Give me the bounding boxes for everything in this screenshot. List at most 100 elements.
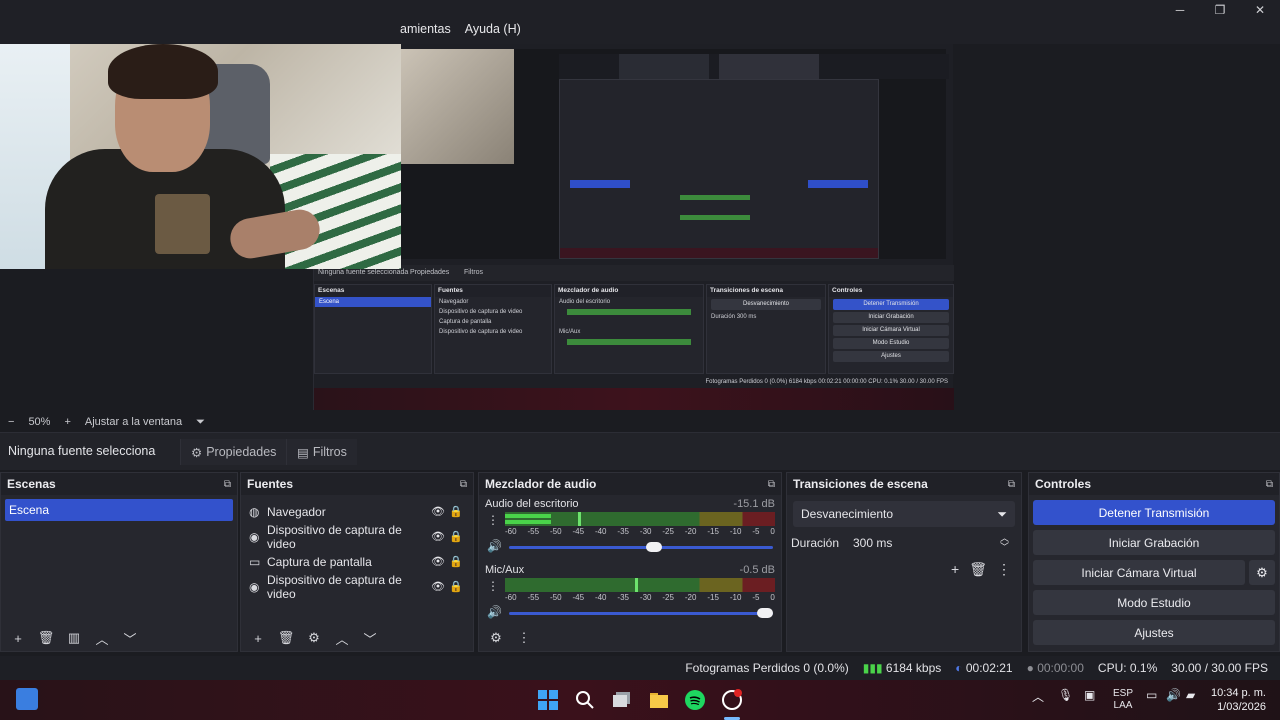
zoom-in-icon[interactable]: + xyxy=(64,416,70,428)
windows-start-icon[interactable] xyxy=(536,688,560,712)
filters-label: Filtros xyxy=(312,445,347,459)
meet-icon[interactable]: ▣ xyxy=(1084,688,1095,702)
visibility-eye-icon[interactable]: 👁 xyxy=(429,555,447,568)
zoom-out-icon[interactable]: − xyxy=(8,416,14,428)
lock-icon[interactable]: 🔒 xyxy=(447,505,465,518)
volume-slider[interactable] xyxy=(509,542,773,552)
camera-icon: ◉ xyxy=(249,579,260,594)
scale-tick: 0 xyxy=(770,527,775,536)
stop-stream-button[interactable]: Detener Transmisión xyxy=(1033,500,1275,525)
lock-icon[interactable]: 🔒 xyxy=(447,580,465,593)
widgets-icon[interactable] xyxy=(16,688,38,710)
spinner-icon[interactable]: ︿ ﹀ xyxy=(1000,534,1009,552)
fit-window-option[interactable]: Ajustar a la ventana xyxy=(85,416,182,428)
add-icon[interactable]: + xyxy=(247,628,269,648)
popout-icon[interactable]: ⧉ xyxy=(1266,479,1273,490)
speaker-icon[interactable]: 🔊 xyxy=(1166,688,1181,702)
speaker-icon[interactable]: 🔊 xyxy=(487,539,502,553)
popout-icon[interactable]: ⧉ xyxy=(224,479,231,490)
scale-tick: -55 xyxy=(527,593,540,602)
lang-top: ESP xyxy=(1113,688,1134,699)
close-icon[interactable]: ✕ xyxy=(1240,0,1280,20)
lock-icon[interactable]: 🔒 xyxy=(447,530,465,543)
source-item[interactable]: ◍ Navegador 👁 🔒 xyxy=(241,499,473,524)
trash-icon[interactable]: 🗑 xyxy=(35,628,57,648)
taskbar-clock[interactable]: 10:34 p. m. 1/03/2026 xyxy=(1211,686,1266,714)
slider-knob[interactable] xyxy=(646,542,663,552)
scene-item[interactable]: Escena xyxy=(5,499,233,521)
trash-icon[interactable]: 🗑 xyxy=(275,628,297,648)
minimize-icon[interactable]: ─ xyxy=(1160,0,1200,20)
add-icon[interactable]: + xyxy=(951,561,959,578)
microphone-icon[interactable]: 🎙 xyxy=(1058,688,1073,702)
popout-icon[interactable]: ⧉ xyxy=(460,479,467,490)
filters-button[interactable]: ▤ Filtros xyxy=(286,439,357,465)
move-up-icon[interactable]: ︿ xyxy=(91,628,113,648)
lock-icon[interactable]: 🔒 xyxy=(447,555,465,568)
search-icon[interactable] xyxy=(573,688,597,712)
nested-inner-screenshot xyxy=(559,79,879,259)
nested-preview xyxy=(401,49,949,259)
mixer-channel: Audio del escritorio -15.1 dB ⋮ -60 -55 -50… xyxy=(479,495,781,561)
obs-icon[interactable] xyxy=(720,688,744,712)
popout-icon[interactable]: ⧉ xyxy=(768,479,775,490)
menu-item-help[interactable]: Ayuda (H) xyxy=(465,22,521,36)
volume-meter xyxy=(505,578,775,592)
nested-mixer-ch1: Audio del escritorio xyxy=(559,299,611,305)
maximize-icon[interactable]: ❐ xyxy=(1200,0,1240,20)
scale-tick: 0 xyxy=(770,593,775,602)
menu-item-tools[interactable]: amientas xyxy=(400,22,451,36)
studio-mode-button[interactable]: Modo Estudio xyxy=(1033,590,1275,615)
filter-icon[interactable]: ▥ xyxy=(63,628,85,648)
popout-icon[interactable]: ⧉ xyxy=(1008,479,1015,490)
slider-knob[interactable] xyxy=(757,608,774,618)
more-options-icon[interactable]: ⋮ xyxy=(487,513,499,527)
move-down-icon[interactable]: ﹀ xyxy=(359,628,381,648)
speaker-icon[interactable]: 🔊 xyxy=(487,605,502,619)
file-explorer-icon[interactable] xyxy=(647,688,671,712)
more-options-icon[interactable]: ⋮ xyxy=(513,628,535,648)
trash-icon[interactable]: 🗑 xyxy=(969,561,987,578)
settings-button[interactable]: Ajustes xyxy=(1033,620,1275,645)
language-indicator[interactable]: ESP LAA xyxy=(1113,688,1133,712)
scale-tick: -15 xyxy=(707,593,719,602)
transition-value: Desvanecimiento xyxy=(801,507,894,521)
scale-tick: -25 xyxy=(662,527,674,536)
spotify-icon[interactable] xyxy=(683,688,707,712)
scale-tick: -45 xyxy=(572,527,585,536)
visibility-eye-icon[interactable]: 👁 xyxy=(429,505,447,518)
globe-icon: ◍ xyxy=(249,504,260,519)
start-virtual-cam-button[interactable]: Iniciar Cámara Virtual xyxy=(1033,560,1245,585)
scale-tick: -20 xyxy=(684,593,697,602)
scenes-dock: Escenas ⧉ Escena + 🗑 ▥ ︿ ﹀ xyxy=(0,472,238,652)
more-options-icon[interactable]: ⋮ xyxy=(487,579,499,593)
source-label: Dispositivo de captura de video xyxy=(267,572,402,601)
scale-tick: -15 xyxy=(707,527,719,536)
duration-field[interactable]: 300 ms ︿ ﹀ xyxy=(847,531,1015,555)
add-icon[interactable]: + xyxy=(7,628,29,648)
properties-button[interactable]: ⚙ Propiedades xyxy=(180,439,287,465)
network-icon[interactable]: ▭ xyxy=(1146,688,1157,702)
scale-tick: -60 xyxy=(505,527,517,536)
move-down-icon[interactable]: ﹀ xyxy=(119,628,141,648)
mixer-settings-icon[interactable]: ⚙ xyxy=(485,628,507,648)
transition-select[interactable]: Desvanecimiento ⏷ xyxy=(793,501,1015,527)
volume-slider[interactable] xyxy=(509,608,774,618)
nested-mixer-dock: Mezclador de audio Audio del escritorio … xyxy=(554,284,704,374)
source-item[interactable]: ▭ Captura de pantalla 👁 🔒 xyxy=(241,549,473,574)
chevron-down-icon[interactable]: ⏷ xyxy=(196,416,205,429)
gear-icon[interactable]: ⚙ xyxy=(303,628,325,648)
more-options-icon[interactable]: ⋮ xyxy=(997,561,1011,578)
source-item[interactable]: ◉ Dispositivo de captura de video 👁 🔒 xyxy=(241,523,473,551)
visibility-eye-icon[interactable]: 👁 xyxy=(429,530,447,543)
source-item[interactable]: ◉ Dispositivo de captura de video 👁 🔒 xyxy=(241,572,473,601)
start-recording-button[interactable]: Iniciar Grabación xyxy=(1033,530,1275,555)
chevron-up-icon[interactable]: ︿ xyxy=(1032,688,1044,705)
visibility-eye-icon[interactable]: 👁 xyxy=(429,580,447,593)
move-up-icon[interactable]: ︿ xyxy=(331,628,353,648)
zoom-level: 50% xyxy=(28,416,51,428)
preview-canvas[interactable]: Ninguna fuente seleccionada Propiedades … xyxy=(0,44,1280,410)
gear-icon[interactable]: ⚙ xyxy=(1249,560,1275,585)
battery-icon[interactable]: ▰ xyxy=(1186,688,1195,702)
task-view-icon[interactable] xyxy=(610,688,634,712)
